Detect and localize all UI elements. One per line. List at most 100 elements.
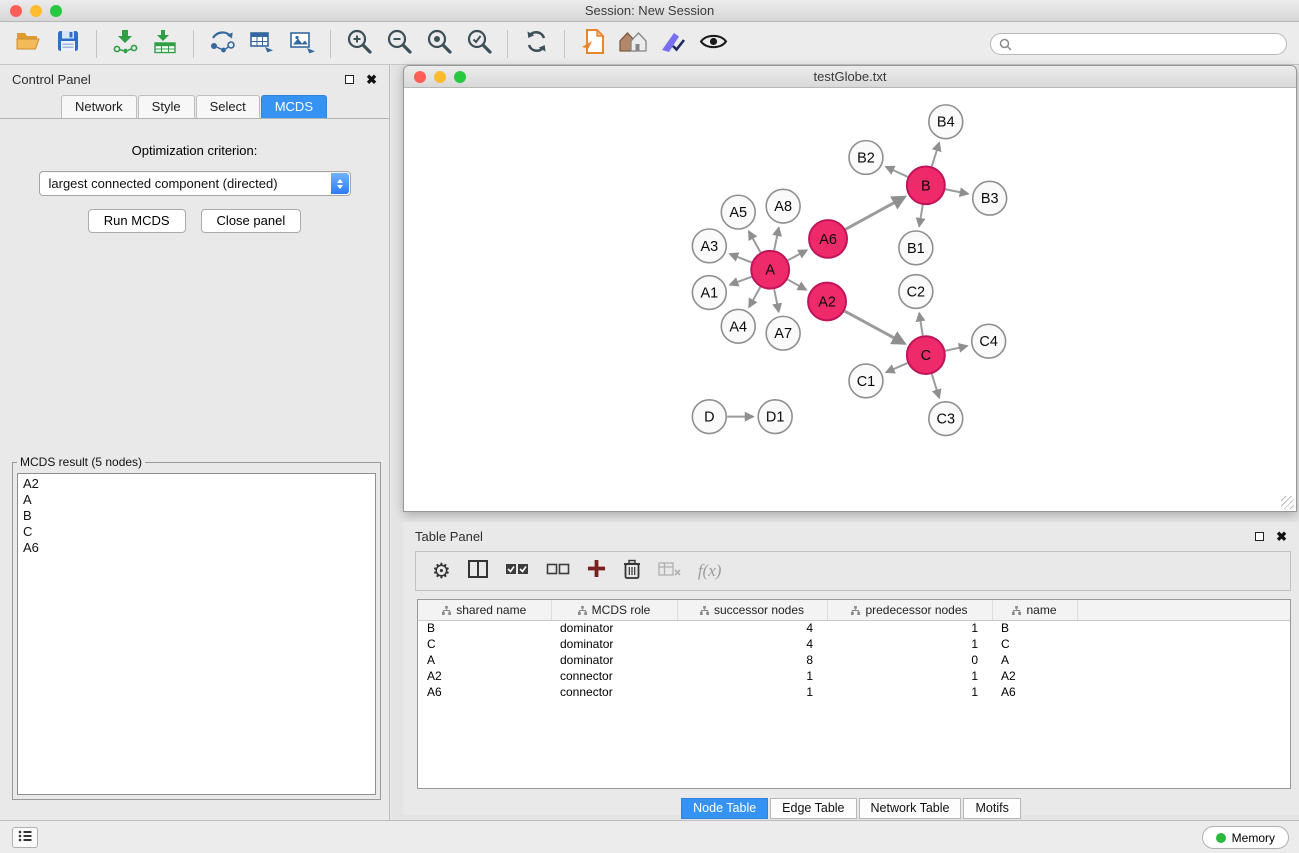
edge-C-C3[interactable] — [932, 374, 939, 398]
tab-node-table[interactable]: Node Table — [681, 798, 768, 819]
edge-A-A7[interactable] — [774, 289, 779, 312]
memory-button[interactable]: Memory — [1202, 826, 1289, 849]
cell-successor-nodes[interactable]: 4 — [677, 620, 827, 636]
network-node-A5[interactable]: A5 — [721, 195, 755, 229]
edge-C-C4[interactable] — [945, 346, 967, 351]
tab-motifs[interactable]: Motifs — [963, 798, 1020, 819]
function-builder-button[interactable]: f(x) — [698, 561, 722, 581]
network-node-C4[interactable]: C4 — [972, 324, 1006, 358]
network-node-A[interactable]: A — [751, 251, 789, 289]
column-header-shared-name[interactable]: shared name — [418, 600, 551, 620]
node-table-row[interactable]: Bdominator41B — [418, 620, 1290, 636]
tab-network-table[interactable]: Network Table — [859, 798, 962, 819]
cell-name[interactable]: A2 — [992, 668, 1077, 684]
edge-A-A2[interactable] — [788, 279, 807, 289]
mcds-result-item[interactable]: A2 — [23, 476, 370, 492]
run-mcds-button[interactable]: Run MCDS — [88, 209, 186, 233]
cell-MCDS-role[interactable]: connector — [551, 684, 677, 700]
float-panel-icon[interactable] — [345, 75, 354, 84]
export-table-button[interactable] — [242, 27, 282, 61]
criterion-dropdown[interactable]: largest connected component (directed) — [39, 171, 351, 196]
resize-grip[interactable] — [1281, 496, 1294, 509]
network-node-B4[interactable]: B4 — [929, 105, 963, 139]
edge-C-C2[interactable] — [919, 313, 922, 335]
open-session-button[interactable] — [8, 27, 48, 61]
network-node-A4[interactable]: A4 — [721, 309, 755, 343]
zoom-in-button[interactable] — [339, 27, 379, 61]
cell-name[interactable]: C — [992, 636, 1077, 652]
refresh-button[interactable] — [516, 27, 556, 61]
cell-name[interactable]: A — [992, 652, 1077, 668]
open-network-file-button[interactable] — [573, 27, 613, 61]
clone-network-button[interactable] — [202, 27, 242, 61]
zoom-window-button[interactable] — [50, 5, 62, 17]
network-node-A3[interactable]: A3 — [692, 229, 726, 263]
tab-select[interactable]: Select — [196, 95, 260, 118]
edge-A-A5[interactable] — [749, 231, 761, 252]
column-header-successor-nodes[interactable]: successor nodes — [677, 600, 827, 620]
cell-successor-nodes[interactable]: 1 — [677, 668, 827, 684]
network-node-C3[interactable]: C3 — [929, 402, 963, 436]
task-history-button[interactable] — [12, 827, 38, 848]
home-button[interactable] — [613, 27, 653, 61]
mcds-result-list[interactable]: A2ABCA6 — [17, 473, 376, 795]
cell-MCDS-role[interactable]: connector — [551, 668, 677, 684]
network-minimize-button[interactable] — [434, 71, 446, 83]
close-window-button[interactable] — [10, 5, 22, 17]
edge-A-A8[interactable] — [774, 228, 779, 251]
edge-B-B4[interactable] — [932, 143, 939, 167]
node-table-row[interactable]: Cdominator41C — [418, 636, 1290, 652]
network-node-A2[interactable]: A2 — [808, 283, 846, 321]
network-node-B2[interactable]: B2 — [849, 141, 883, 175]
import-network-from-file-button[interactable] — [105, 27, 145, 61]
cell-predecessor-nodes[interactable]: 1 — [827, 620, 992, 636]
network-node-A1[interactable]: A1 — [692, 276, 726, 310]
network-node-B1[interactable]: B1 — [899, 231, 933, 265]
edge-B-B2[interactable] — [886, 167, 908, 177]
show-hide-graphics-button[interactable] — [693, 27, 733, 61]
cell-successor-nodes[interactable]: 4 — [677, 636, 827, 652]
edge-A-A1[interactable] — [730, 277, 752, 285]
select-all-columns-button[interactable] — [505, 561, 529, 582]
zoom-fit-button[interactable] — [419, 27, 459, 61]
cell-shared-name[interactable]: B — [418, 620, 551, 636]
delete-table-button[interactable] — [658, 561, 681, 582]
mcds-result-item[interactable]: B — [23, 508, 370, 524]
network-close-button[interactable] — [414, 71, 426, 83]
close-table-panel-icon[interactable]: ✖ — [1276, 530, 1287, 543]
edge-B-B3[interactable] — [945, 189, 968, 194]
cell-shared-name[interactable]: A6 — [418, 684, 551, 700]
export-image-button[interactable] — [282, 27, 322, 61]
import-table-from-file-button[interactable] — [145, 27, 185, 61]
cell-MCDS-role[interactable]: dominator — [551, 652, 677, 668]
network-node-C2[interactable]: C2 — [899, 275, 933, 309]
cell-MCDS-role[interactable]: dominator — [551, 636, 677, 652]
edge-B-B1[interactable] — [919, 205, 922, 226]
minimize-window-button[interactable] — [30, 5, 42, 17]
table-settings-button[interactable]: ⚙ — [432, 561, 451, 582]
cell-name[interactable]: B — [992, 620, 1077, 636]
close-panel-button[interactable]: Close panel — [201, 209, 302, 233]
cell-name[interactable]: A6 — [992, 684, 1077, 700]
cell-shared-name[interactable]: A — [418, 652, 551, 668]
edge-A-A4[interactable] — [749, 287, 760, 307]
delete-columns-button[interactable] — [623, 559, 641, 584]
network-node-C1[interactable]: C1 — [849, 364, 883, 398]
cell-successor-nodes[interactable]: 1 — [677, 684, 827, 700]
network-node-B3[interactable]: B3 — [973, 181, 1007, 215]
network-node-A8[interactable]: A8 — [766, 189, 800, 223]
zoom-selected-button[interactable] — [459, 27, 499, 61]
search-input[interactable] — [990, 33, 1287, 55]
column-header-predecessor-nodes[interactable]: predecessor nodes — [827, 600, 992, 620]
mcds-result-item[interactable]: A — [23, 492, 370, 508]
column-header-MCDS-role[interactable]: MCDS role — [551, 600, 677, 620]
edge-A2-C[interactable] — [845, 311, 905, 344]
network-node-A6[interactable]: A6 — [809, 220, 847, 258]
cell-predecessor-nodes[interactable]: 1 — [827, 668, 992, 684]
show-columns-button[interactable] — [468, 560, 488, 583]
network-node-B[interactable]: B — [907, 166, 945, 204]
zoom-out-button[interactable] — [379, 27, 419, 61]
cell-shared-name[interactable]: C — [418, 636, 551, 652]
tab-edge-table[interactable]: Edge Table — [770, 798, 856, 819]
edge-A6-B[interactable] — [846, 197, 905, 229]
